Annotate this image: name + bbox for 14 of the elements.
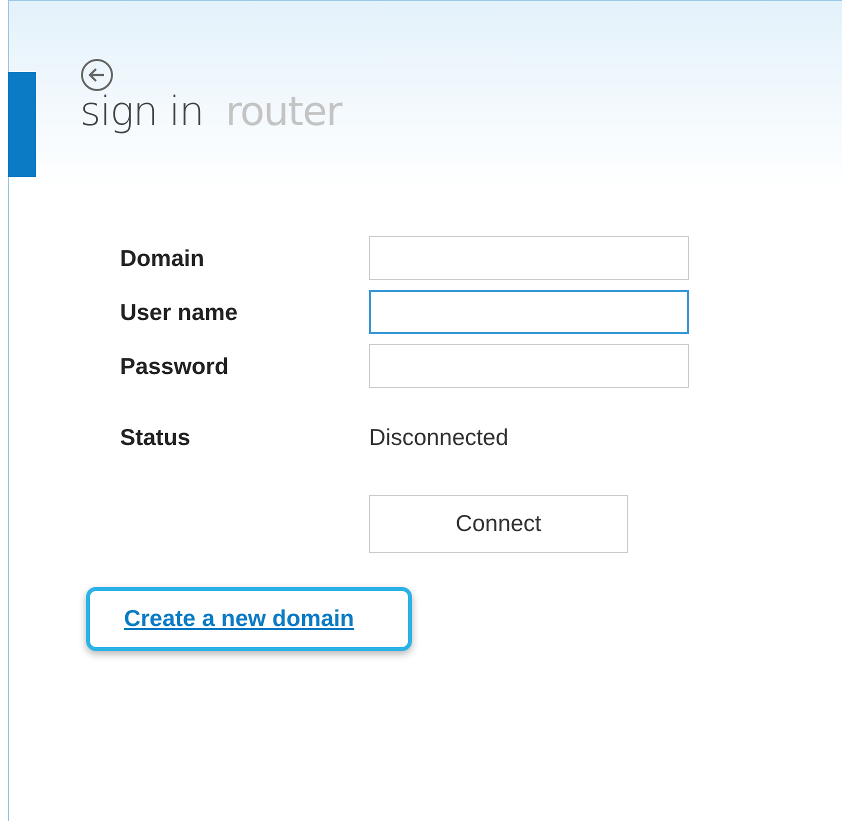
status-value: Disconnected — [369, 423, 508, 452]
input-field[interactable] — [369, 290, 689, 334]
page-subtitle: router — [226, 88, 342, 136]
input-field[interactable] — [369, 236, 689, 280]
field-label: Password — [120, 352, 230, 381]
field-label: User name — [120, 298, 239, 327]
field-label: Domain — [120, 244, 206, 273]
back-button[interactable] — [80, 58, 114, 92]
create-domain-link[interactable]: Create a new domain — [124, 601, 354, 636]
page-title: sign in — [80, 88, 204, 136]
back-icon — [80, 58, 114, 92]
input-field[interactable] — [369, 344, 689, 388]
connect-button[interactable]: Connect — [369, 494, 628, 552]
status-label: Status — [120, 423, 192, 452]
